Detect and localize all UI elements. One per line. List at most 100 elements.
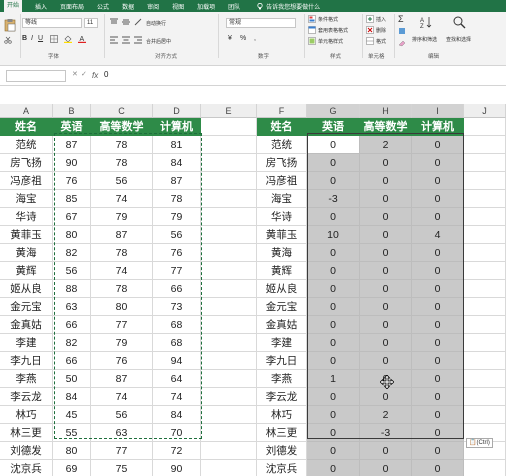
right-table-cell[interactable]: 0 [412, 262, 464, 280]
right-table-cell[interactable]: 0 [360, 298, 412, 316]
right-table-cell[interactable]: 0 [307, 352, 360, 370]
empty-cell[interactable] [464, 388, 506, 406]
name-box[interactable] [6, 70, 66, 82]
tab-page-layout[interactable]: 页面布局 [60, 2, 84, 11]
right-table-cell[interactable]: 冯彦祖 [257, 172, 307, 190]
right-table-cell[interactable]: 0 [412, 172, 464, 190]
right-table-cell[interactable]: 0 [360, 208, 412, 226]
left-table-cell[interactable]: 海宝 [0, 190, 53, 208]
right-table-cell[interactable]: 0 [307, 388, 360, 406]
cell-styles-button[interactable]: 单元格样式 [318, 38, 343, 45]
right-table-cell[interactable]: 金元宝 [257, 298, 307, 316]
right-table-cell[interactable]: 0 [412, 136, 464, 154]
format-button[interactable]: 格式 [376, 38, 386, 45]
right-table-cell[interactable]: 10 [307, 226, 360, 244]
left-table-cell[interactable]: 78 [91, 244, 153, 262]
empty-cell[interactable] [464, 226, 506, 244]
tab-view[interactable]: 视图 [172, 2, 184, 11]
currency-button[interactable]: ¥ [228, 34, 232, 44]
empty-cell[interactable] [464, 172, 506, 190]
tab-review[interactable]: 审阅 [147, 2, 159, 11]
right-table-cell[interactable]: 0 [412, 280, 464, 298]
left-table-header[interactable]: 计算机 [153, 118, 201, 136]
left-table-cell[interactable]: 67 [53, 208, 91, 226]
empty-cell[interactable] [464, 136, 506, 154]
empty-cell[interactable] [201, 442, 257, 460]
left-table-cell[interactable]: 66 [53, 316, 91, 334]
right-table-cell[interactable]: 0 [360, 154, 412, 172]
align-left-icon[interactable] [110, 36, 118, 44]
empty-cell[interactable] [464, 262, 506, 280]
empty-cell[interactable] [201, 226, 257, 244]
empty-cell[interactable] [464, 190, 506, 208]
right-table-header[interactable]: 姓名 [257, 118, 307, 136]
right-table-cell[interactable]: 0 [307, 316, 360, 334]
right-table-cell[interactable]: 0 [360, 316, 412, 334]
right-table-cell[interactable]: 李云龙 [257, 388, 307, 406]
left-table-cell[interactable]: 李建 [0, 334, 53, 352]
left-table-cell[interactable]: 84 [53, 388, 91, 406]
align-middle-icon[interactable] [122, 18, 130, 26]
empty-cell[interactable] [464, 334, 506, 352]
right-table-cell[interactable]: 0 [360, 442, 412, 460]
column-header-j[interactable]: J [464, 104, 506, 118]
right-table-cell[interactable]: 0 [412, 244, 464, 262]
right-table-cell[interactable]: 0 [307, 280, 360, 298]
tell-me-search[interactable]: 告诉我您想要做什么 [257, 2, 320, 11]
right-table-cell[interactable]: 0 [412, 370, 464, 388]
conditional-format-button[interactable]: 条件格式 [318, 16, 338, 23]
insert-button[interactable]: 插入 [376, 16, 386, 23]
empty-cell[interactable] [464, 154, 506, 172]
right-table-cell[interactable]: 0 [360, 280, 412, 298]
paste-icon[interactable] [4, 18, 16, 32]
tab-data[interactable]: 数据 [122, 2, 134, 11]
left-table-cell[interactable]: 冯彦祖 [0, 172, 53, 190]
right-table-cell[interactable]: 李九日 [257, 352, 307, 370]
column-header-e[interactable]: E [201, 104, 257, 118]
left-table-cell[interactable]: 82 [53, 244, 91, 262]
empty-cell[interactable] [201, 370, 257, 388]
right-table-cell[interactable]: 华诗 [257, 208, 307, 226]
right-table-cell[interactable]: 0 [412, 208, 464, 226]
tab-home[interactable]: 开始 [4, 0, 23, 12]
right-table-cell[interactable]: 刘德发 [257, 442, 307, 460]
left-table-cell[interactable]: 72 [153, 442, 201, 460]
left-table-cell[interactable]: 80 [53, 442, 91, 460]
left-table-cell[interactable]: 73 [153, 298, 201, 316]
empty-cell[interactable] [201, 352, 257, 370]
right-table-cell[interactable]: 沈京兵 [257, 460, 307, 476]
left-table-cell[interactable]: 79 [153, 208, 201, 226]
column-header-g[interactable]: G [307, 104, 360, 118]
left-table-cell[interactable]: 77 [91, 316, 153, 334]
right-table-cell[interactable]: 林巧 [257, 406, 307, 424]
empty-cell[interactable] [201, 262, 257, 280]
left-table-cell[interactable]: 姬从良 [0, 280, 53, 298]
right-table-header[interactable]: 计算机 [412, 118, 464, 136]
right-table-cell[interactable]: 0 [307, 208, 360, 226]
autosum-button[interactable]: Σ [398, 14, 404, 24]
empty-cell[interactable] [464, 370, 506, 388]
find-select-button[interactable]: 查找和选择 [446, 36, 471, 43]
left-table-cell[interactable]: 55 [53, 424, 91, 442]
left-table-cell[interactable]: 88 [53, 280, 91, 298]
left-table-cell[interactable]: 范统 [0, 136, 53, 154]
right-table-cell[interactable]: 姬从良 [257, 280, 307, 298]
right-table-cell[interactable]: 0 [307, 460, 360, 476]
right-table-cell[interactable]: 0 [360, 262, 412, 280]
left-table-cell[interactable]: 74 [153, 388, 201, 406]
left-table-cell[interactable]: 84 [153, 406, 201, 424]
right-table-cell[interactable]: 0 [360, 460, 412, 476]
empty-cell[interactable] [201, 172, 257, 190]
left-table-cell[interactable]: 56 [91, 406, 153, 424]
empty-cell[interactable] [201, 136, 257, 154]
borders-icon[interactable] [50, 35, 58, 43]
empty-cell[interactable] [464, 244, 506, 262]
right-table-cell[interactable]: 0 [360, 226, 412, 244]
left-table-cell[interactable]: 66 [53, 352, 91, 370]
right-table-cell[interactable]: 林三更 [257, 424, 307, 442]
right-table-cell[interactable]: -3 [360, 424, 412, 442]
empty-cell[interactable] [464, 118, 506, 136]
right-table-cell[interactable]: 黄菲玉 [257, 226, 307, 244]
left-table-cell[interactable]: 74 [91, 388, 153, 406]
left-table-cell[interactable]: 房飞扬 [0, 154, 53, 172]
